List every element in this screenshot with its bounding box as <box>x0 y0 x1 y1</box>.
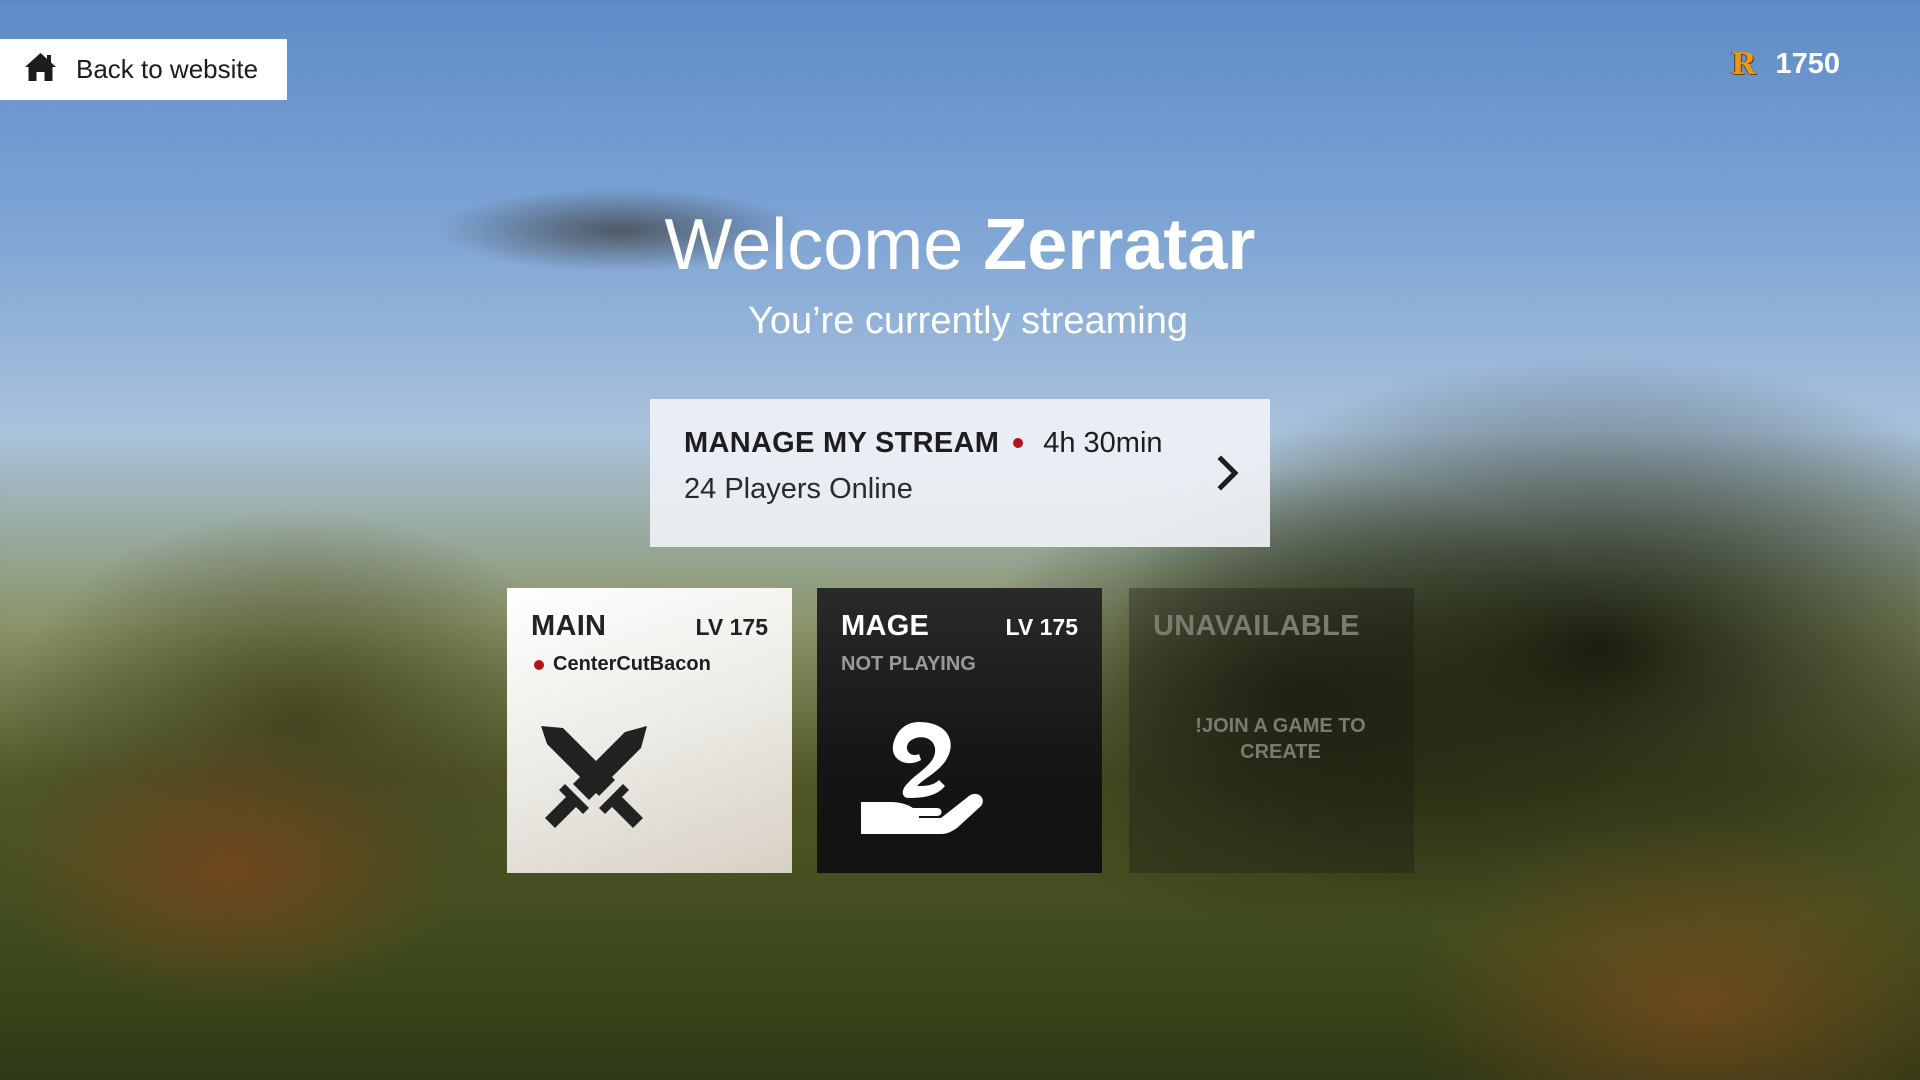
stream-duration: 4h 30min <box>1043 426 1163 459</box>
welcome-heading: Welcome Zerratar <box>0 205 1920 285</box>
currency-amount: 1750 <box>1775 47 1840 80</box>
welcome-username: Zerratar <box>983 205 1256 285</box>
streaming-subtitle: You’re currently streaming <box>747 300 1189 342</box>
manage-stream-card[interactable]: MANAGE MY STREAM 4h 30min 24 Players Onl… <box>650 399 1270 547</box>
character-level: LV 175 <box>1005 614 1078 640</box>
live-indicator-dot <box>1013 438 1024 448</box>
home-icon <box>24 52 57 87</box>
character-card-main[interactable]: MAIN LV 175 CenterCutBacon <box>507 588 792 873</box>
join-game-hint: !JOIN A GAME TO CREATE <box>1195 715 1366 763</box>
character-card-mage[interactable]: MAGE LV 175 NOT PLAYING <box>817 588 1102 873</box>
currency-display: R 1750 <box>1725 44 1840 84</box>
rune-coin-icon: R <box>1731 46 1756 82</box>
character-status: CenterCutBacon <box>531 653 768 676</box>
back-to-website-button[interactable]: Back to website <box>0 39 287 100</box>
magic-hand-icon <box>861 720 987 839</box>
online-dot <box>534 659 544 670</box>
welcome-greeting: Welcome <box>664 205 984 285</box>
character-status: NOT PLAYING <box>841 653 1078 676</box>
players-online: 24 Players Online <box>684 473 913 505</box>
character-name: MAIN <box>531 610 607 642</box>
crossed-swords-icon <box>537 722 651 841</box>
character-status-text: NOT PLAYING <box>841 653 976 675</box>
manage-stream-title: MANAGE MY STREAM <box>684 426 1000 459</box>
character-status-text: CenterCutBacon <box>553 653 711 675</box>
chevron-right-icon <box>1216 455 1242 491</box>
character-name: UNAVAILABLE <box>1153 610 1360 642</box>
character-level: LV 175 <box>695 614 768 640</box>
back-to-website-label: Back to website <box>76 54 259 84</box>
character-card-unavailable: UNAVAILABLE !JOIN A GAME TO CREATE <box>1129 588 1414 873</box>
character-name: MAGE <box>841 610 930 642</box>
